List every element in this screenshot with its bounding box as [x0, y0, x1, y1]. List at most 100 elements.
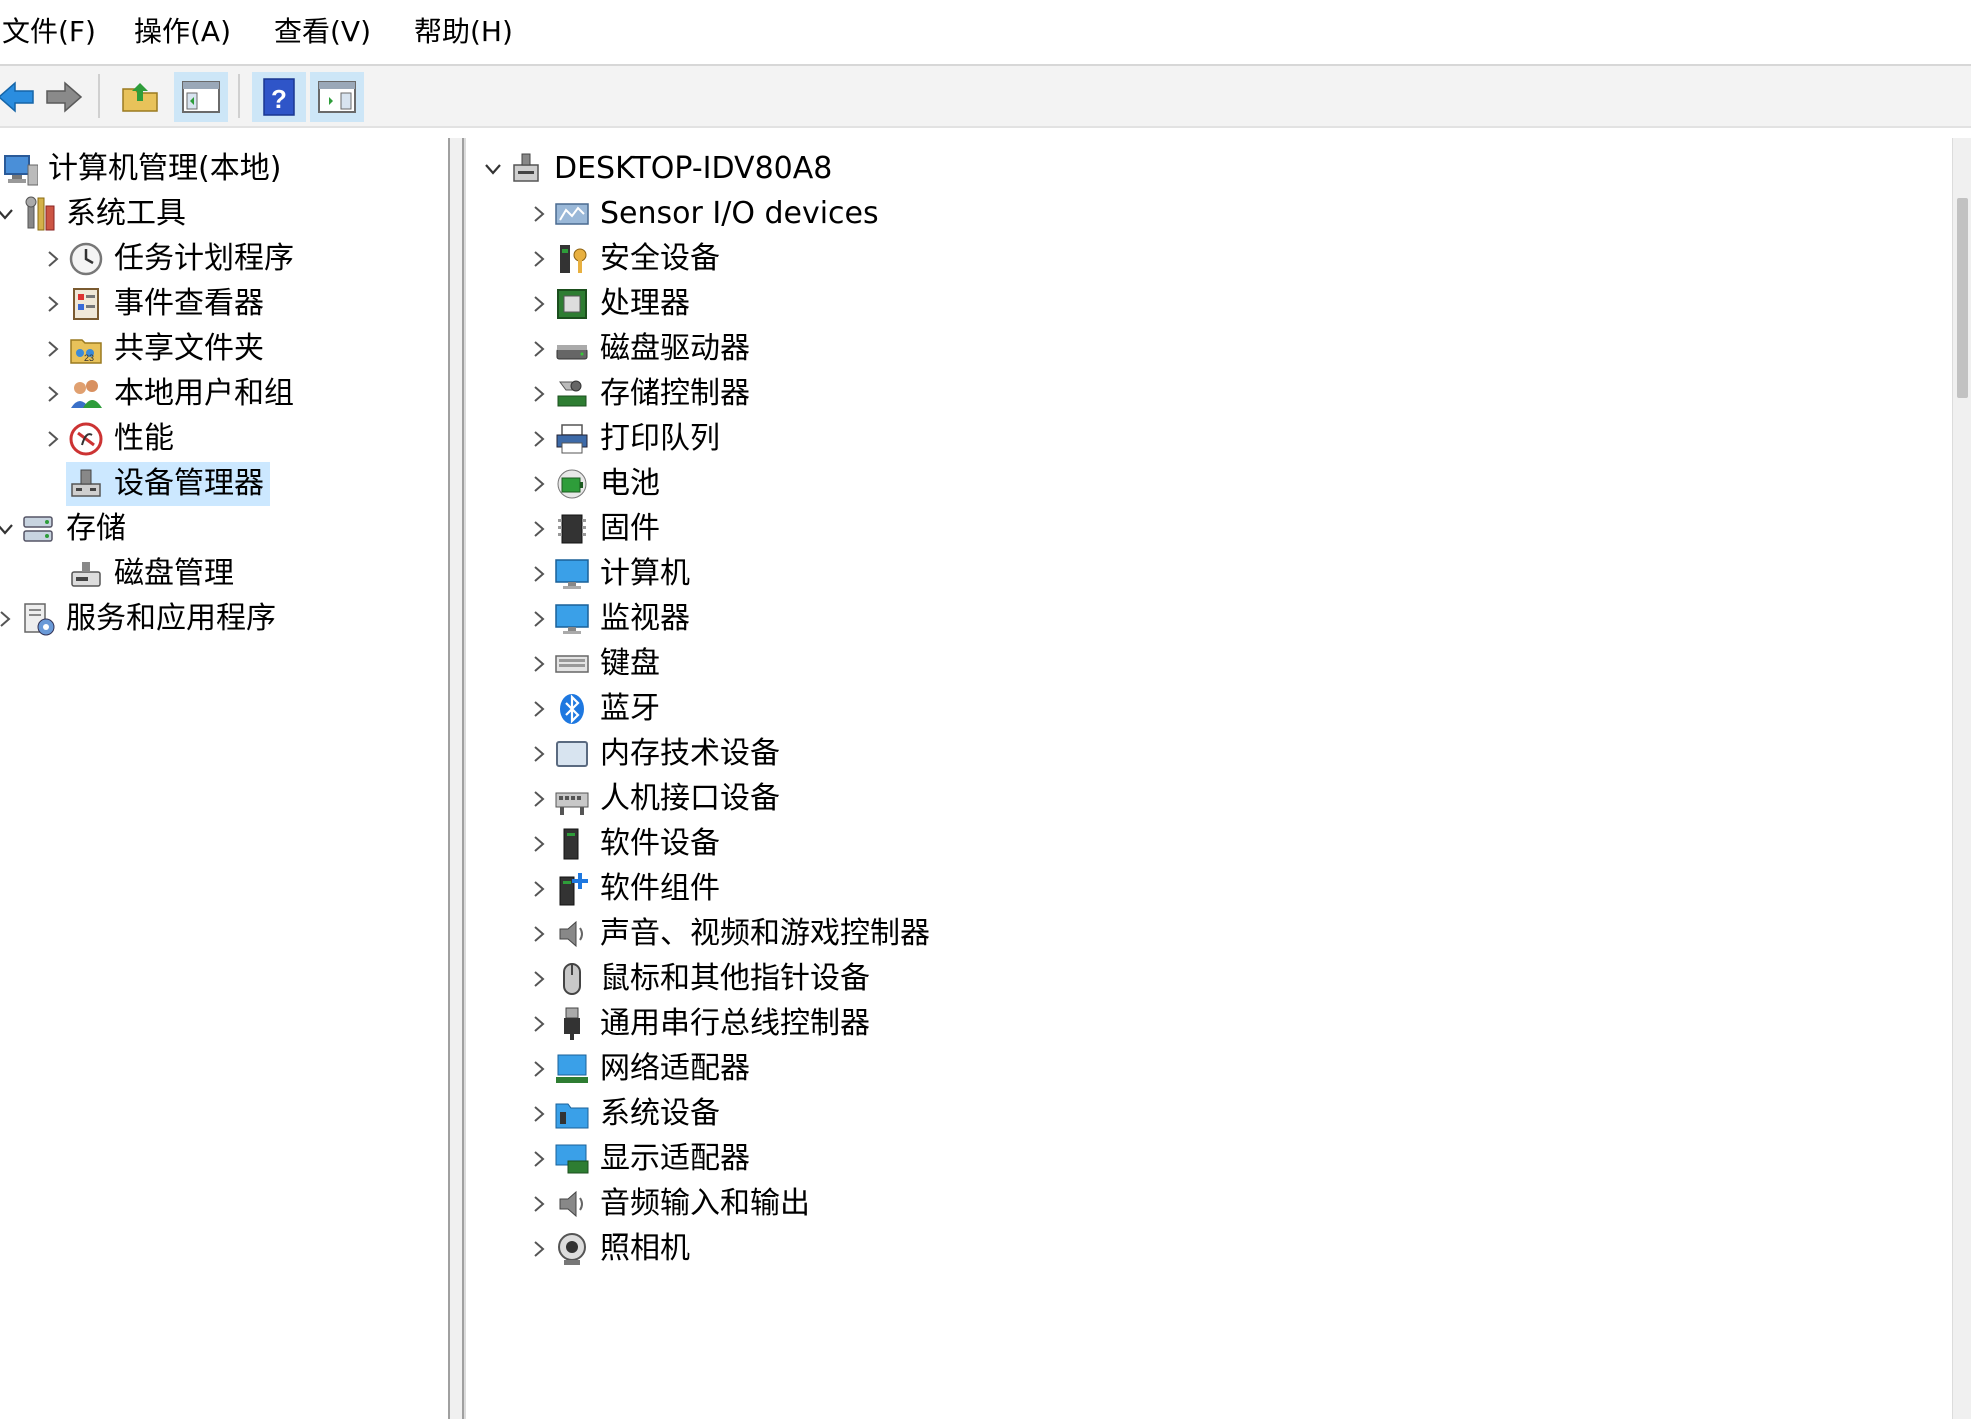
tree-item-label: 存储控制器 — [600, 376, 750, 411]
chevron-right-icon[interactable] — [526, 1002, 552, 1046]
chevron-right-icon[interactable] — [526, 642, 552, 686]
chevron-right-icon[interactable] — [526, 462, 552, 506]
device-category-item[interactable]: 声音、视频和游戏控制器 — [526, 912, 936, 956]
vertical-scrollbar[interactable] — [1952, 138, 1971, 1419]
console-tree-item[interactable]: 磁盘管理 — [40, 552, 240, 596]
chevron-right-icon[interactable] — [40, 417, 66, 461]
up-folder-icon[interactable] — [113, 72, 167, 122]
chevron-down-icon[interactable] — [480, 147, 506, 191]
chevron-right-icon[interactable] — [40, 327, 66, 371]
chevron-right-icon[interactable] — [526, 687, 552, 731]
device-category-item[interactable]: 人机接口设备 — [526, 777, 786, 821]
tree-item-label: 本地用户和组 — [114, 376, 294, 411]
chevron-right-icon[interactable] — [526, 822, 552, 866]
chevron-right-icon[interactable] — [526, 192, 552, 236]
shared-folders-icon: 23 — [66, 329, 106, 369]
device-category-item[interactable]: 通用串行总线控制器 — [526, 1002, 876, 1046]
device-category-item[interactable]: 固件 — [526, 507, 666, 551]
console-tree-item[interactable]: 存储 — [0, 507, 132, 551]
toolbar-separator — [98, 74, 100, 118]
console-tree-item[interactable]: 任务计划程序 — [40, 237, 300, 281]
device-category-item[interactable]: 电池 — [526, 462, 666, 506]
console-tree-item[interactable]: 服务和应用程序 — [0, 597, 282, 641]
chevron-right-icon[interactable] — [526, 1227, 552, 1271]
device-category-item[interactable]: Sensor I/O devices — [526, 192, 885, 236]
tree-item-label: 监视器 — [600, 601, 690, 636]
chevron-right-icon[interactable] — [526, 912, 552, 956]
device-category-item[interactable]: 显示适配器 — [526, 1137, 756, 1181]
menu-help[interactable]: 帮助(H) — [412, 12, 515, 52]
chevron-right-icon[interactable] — [526, 552, 552, 596]
tree-item-content: 通用串行总线控制器 — [552, 1002, 876, 1046]
chevron-right-icon[interactable] — [526, 372, 552, 416]
chevron-right-icon[interactable] — [526, 237, 552, 281]
help-icon[interactable]: ? — [252, 72, 306, 122]
task-scheduler-icon — [66, 239, 106, 279]
device-tree-root[interactable]: DESKTOP-IDV80A8 — [480, 147, 838, 191]
console-tree-item[interactable]: 本地用户和组 — [40, 372, 300, 416]
device-category-item[interactable]: 打印队列 — [526, 417, 726, 461]
chevron-right-icon[interactable] — [0, 597, 18, 641]
console-tree-item[interactable]: 系统工具 — [0, 192, 192, 236]
menu-file[interactable]: 文件(F) — [0, 12, 98, 52]
chevron-right-icon[interactable] — [526, 1047, 552, 1091]
device-tree-pane: DESKTOP-IDV80A8 Sensor I/O devices 安全设备 处理器… — [464, 138, 1952, 1419]
chevron-down-icon[interactable] — [0, 192, 18, 236]
device-category-item[interactable]: 内存技术设备 — [526, 732, 786, 776]
chevron-right-icon[interactable] — [526, 507, 552, 551]
tree-item-content: 监视器 — [552, 597, 696, 641]
chevron-right-icon[interactable] — [526, 282, 552, 326]
console-tree-item[interactable]: 23 共享文件夹 — [40, 327, 270, 371]
chevron-right-icon[interactable] — [526, 1137, 552, 1181]
chevron-right-icon[interactable] — [526, 417, 552, 461]
chevron-down-icon[interactable] — [0, 507, 18, 551]
device-category-item[interactable]: 网络适配器 — [526, 1047, 756, 1091]
tree-item-content: 人机接口设备 — [552, 777, 786, 821]
device-category-item[interactable]: 安全设备 — [526, 237, 726, 281]
device-category-item[interactable]: 音频输入和输出 — [526, 1182, 816, 1226]
tree-item-content: 照相机 — [552, 1227, 696, 1271]
tree-item-label: 照相机 — [600, 1231, 690, 1266]
chevron-right-icon[interactable] — [526, 957, 552, 1001]
device-category-item[interactable]: 处理器 — [526, 282, 696, 326]
device-category-item[interactable]: 鼠标和其他指针设备 — [526, 957, 876, 1001]
chevron-right-icon[interactable] — [526, 867, 552, 911]
device-category-item[interactable]: 键盘 — [526, 642, 666, 686]
chevron-right-icon[interactable] — [40, 237, 66, 281]
device-category-item[interactable]: 照相机 — [526, 1227, 696, 1271]
console-tree-item[interactable]: 事件查看器 — [40, 282, 270, 326]
console-tree-item[interactable]: 性能 — [40, 417, 180, 461]
tree-item-content: 本地用户和组 — [66, 372, 300, 416]
system-tools-icon — [18, 194, 58, 234]
device-category-item[interactable]: 软件设备 — [526, 822, 726, 866]
device-category-item[interactable]: 蓝牙 — [526, 687, 666, 731]
tree-item-label: 键盘 — [600, 646, 660, 681]
device-category-item[interactable]: 磁盘驱动器 — [526, 327, 756, 371]
device-category-item[interactable]: 软件组件 — [526, 867, 726, 911]
console-tree-item[interactable]: 设备管理器 — [40, 462, 270, 506]
chevron-right-icon[interactable] — [526, 1092, 552, 1136]
menu-view[interactable]: 查看(V) — [272, 12, 373, 52]
scrollbar-thumb[interactable] — [1957, 198, 1968, 398]
device-category-item[interactable]: 存储控制器 — [526, 372, 756, 416]
menu-action[interactable]: 操作(A) — [132, 12, 233, 52]
chevron-right-icon[interactable] — [526, 597, 552, 641]
chevron-right-icon[interactable] — [40, 282, 66, 326]
security-device-icon — [552, 239, 592, 279]
system-device-icon — [552, 1094, 592, 1134]
forward-arrow-icon[interactable] — [36, 72, 90, 122]
chevron-right-icon[interactable] — [526, 1182, 552, 1226]
chevron-right-icon[interactable] — [526, 777, 552, 821]
device-category-item[interactable]: 监视器 — [526, 597, 696, 641]
device-category-item[interactable]: 计算机 — [526, 552, 696, 596]
show-hide-console-tree-icon[interactable] — [174, 72, 228, 122]
chevron-right-icon[interactable] — [526, 327, 552, 371]
chevron-right-icon[interactable] — [40, 372, 66, 416]
device-category-item[interactable]: 系统设备 — [526, 1092, 726, 1136]
pane-splitter[interactable] — [450, 138, 464, 1419]
chevron-right-icon[interactable] — [526, 732, 552, 776]
console-tree-item[interactable]: 计算机管理(本地) — [0, 147, 287, 191]
computer-root-icon — [506, 149, 546, 189]
network-adapter-icon — [552, 1049, 592, 1089]
show-hide-action-pane-icon[interactable] — [310, 72, 364, 122]
